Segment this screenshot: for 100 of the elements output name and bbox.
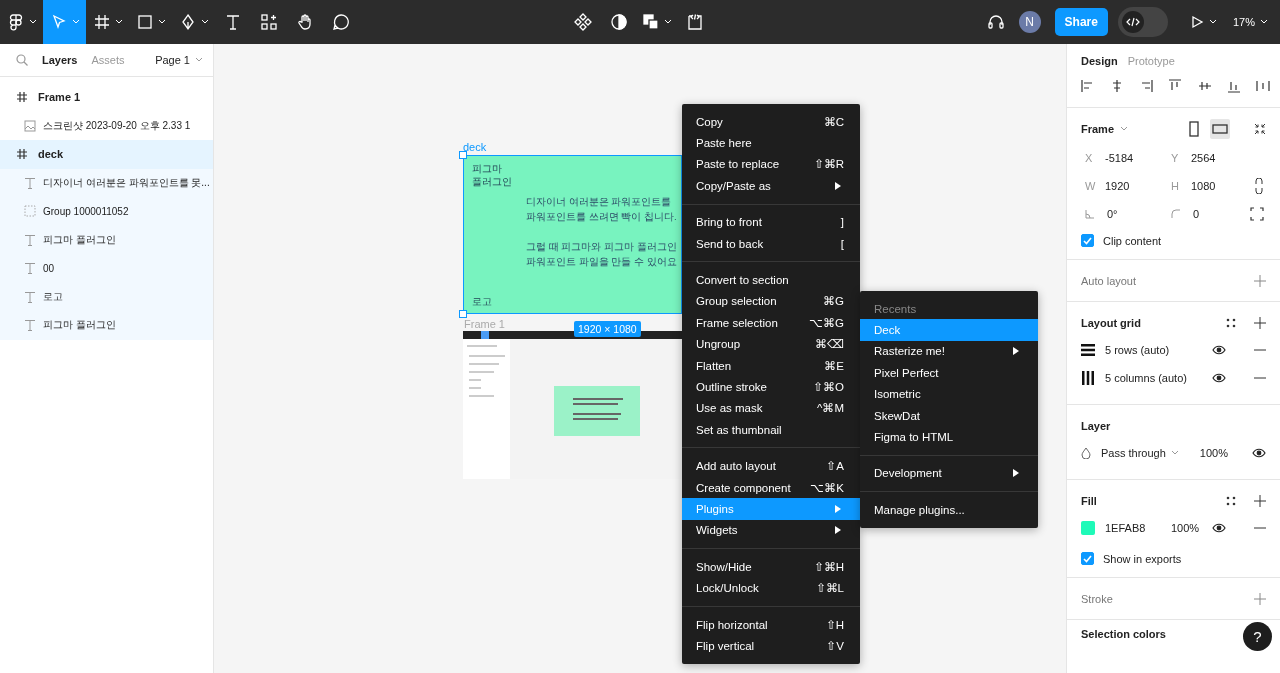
layer-row[interactable]: 스크린샷 2023-09-20 오후 2.33 1: [0, 111, 213, 140]
layer-row[interactable]: 피그마 플러그인: [0, 225, 213, 254]
layer-row[interactable]: 피그마 플러그인: [0, 311, 213, 340]
eye-icon[interactable]: [1212, 373, 1226, 383]
styles-icon[interactable]: [1226, 318, 1236, 328]
opacity-value[interactable]: 100%: [1171, 522, 1202, 534]
property-field[interactable]: 0°: [1081, 204, 1167, 224]
menu-item[interactable]: Convert to section: [682, 269, 860, 291]
grid-label[interactable]: 5 rows (auto): [1105, 344, 1202, 356]
menu-item[interactable]: Set as thumbnail: [682, 419, 860, 441]
zoom-dropdown[interactable]: 17%: [1232, 16, 1268, 28]
checkbox[interactable]: [1081, 234, 1094, 247]
text-icon: [24, 319, 36, 332]
menu-item[interactable]: Frame selection ⌥⌘G: [682, 312, 860, 334]
section-title[interactable]: Stroke: [1081, 592, 1113, 605]
menu-item[interactable]: SkewDat: [860, 404, 1038, 427]
show-in-exports-checkbox[interactable]: Show in exports: [1081, 552, 1182, 565]
menu-item[interactable]: Pixel Perfect: [860, 362, 1038, 384]
half-circle-icon: [610, 13, 628, 31]
eye-icon[interactable]: [1212, 345, 1226, 355]
menu-item[interactable]: Bring to front ]: [682, 211, 860, 233]
align-icon[interactable]: [1168, 79, 1183, 93]
layer-row[interactable]: 로고: [0, 282, 213, 311]
section-title[interactable]: Frame: [1081, 123, 1115, 135]
blend-mode-dropdown[interactable]: Pass through: [1101, 447, 1190, 459]
panel-tab[interactable]: Design: [1081, 54, 1118, 67]
menu-item[interactable]: Figma to HTML: [860, 426, 1038, 448]
styles-icon[interactable]: [1226, 496, 1236, 506]
menu-item[interactable]: Ungroup ⌘⌫: [682, 333, 860, 355]
slide-frame[interactable]: 피그마 플러그인 디자이너 여러분은 파워포인트를 파워포인트를 쓰려면 빡이 칩니다. 그럴 때 피그마와 피그마 플러그인 파워포인트 파일을 만들 수 있어요 로고: [463, 155, 682, 314]
property-field[interactable]: 0: [1167, 204, 1239, 224]
dev-mode-toggle[interactable]: [1117, 7, 1168, 37]
section-title[interactable]: Auto layout: [1081, 274, 1137, 287]
layer-row[interactable]: 디자이너 여러분은 파워포인트를 못...: [0, 168, 213, 197]
align-icon[interactable]: [1081, 79, 1095, 93]
resize-to-fit-icon[interactable]: [1254, 123, 1266, 135]
panel-tab[interactable]: Layers: [42, 54, 78, 66]
menu-item[interactable]: Show/Hide ⇧⌘H: [682, 556, 860, 578]
add-icon[interactable]: [1254, 495, 1266, 507]
checkbox[interactable]: [1081, 552, 1094, 565]
menu-item[interactable]: Paste to replace ⇧⌘R: [682, 153, 860, 176]
code-icon: [686, 13, 704, 31]
submenu-arrow-icon: [834, 180, 842, 191]
selection-handle[interactable]: [459, 310, 467, 318]
submenu-arrow-icon: [1012, 468, 1020, 479]
color-swatch[interactable]: [1081, 521, 1095, 535]
grid-label[interactable]: 5 columns (auto): [1105, 372, 1202, 384]
align-icon[interactable]: [1139, 79, 1154, 93]
layer-row[interactable]: 00: [0, 254, 213, 283]
menu-item[interactable]: Copy/Paste as: [682, 175, 860, 197]
opacity-value[interactable]: 100%: [1199, 447, 1228, 459]
menu-item[interactable]: Paste here: [682, 132, 860, 154]
eye-icon[interactable]: [1212, 523, 1226, 533]
align-icon[interactable]: [1197, 79, 1212, 93]
submenu-arrow-icon: [834, 503, 842, 514]
property-field[interactable]: H 1080: [1167, 176, 1239, 196]
menu-item[interactable]: Send to back [: [682, 232, 860, 255]
menu-item[interactable]: Flip horizontal ⇧H: [682, 613, 860, 636]
caret-icon[interactable]: [1120, 126, 1129, 132]
size-badge: 1920 × 1080: [574, 321, 641, 337]
user-avatar[interactable]: N: [1018, 11, 1041, 33]
property-field[interactable]: X -5184: [1081, 148, 1167, 168]
menu-item[interactable]: Create component ⌥⌘K: [682, 476, 860, 499]
layer-row[interactable]: Group 1000011052: [0, 197, 213, 226]
menu-item[interactable]: Widgets: [682, 519, 860, 542]
layer-row[interactable]: deck: [0, 140, 213, 169]
present-button[interactable]: [1189, 15, 1217, 29]
layer-row[interactable]: Frame 1: [0, 83, 213, 112]
page-dropdown[interactable]: Page 1: [155, 54, 203, 66]
grid-rows-icon[interactable]: [1081, 343, 1095, 357]
menu-item[interactable]: Group selection ⌘G: [682, 290, 860, 313]
screenshot-drawing[interactable]: [463, 331, 682, 479]
constrain-proportions-icon[interactable]: [1254, 178, 1264, 194]
help-button[interactable]: ?: [1243, 622, 1272, 651]
selection-handle[interactable]: [459, 151, 467, 159]
landscape-orientation-button[interactable]: [1210, 119, 1230, 139]
menu-item[interactable]: Development: [860, 462, 1038, 485]
add-icon[interactable]: [1254, 317, 1266, 329]
independent-corners-icon[interactable]: [1250, 207, 1264, 221]
menu-item[interactable]: Copy ⌘C: [682, 111, 860, 133]
menu-item[interactable]: Add auto layout ⇧A: [682, 455, 860, 477]
menu-item[interactable]: Isometric: [860, 383, 1038, 405]
headphones-icon[interactable]: [986, 13, 1005, 31]
menu-item[interactable]: Lock/Unlock ⇧⌘L: [682, 577, 860, 599]
grid-columns-icon[interactable]: [1081, 371, 1095, 385]
eye-icon[interactable]: [1252, 448, 1266, 458]
menu-item[interactable]: Use as mask ^⌘M: [682, 397, 860, 420]
search-icon[interactable]: [16, 54, 28, 66]
menu-item[interactable]: Manage plugins...: [860, 499, 1038, 521]
caret-icon: [1208, 19, 1217, 25]
align-icon[interactable]: [1226, 79, 1241, 93]
clip-content-checkbox[interactable]: Clip content: [1081, 234, 1162, 247]
menu-item[interactable]: Outline stroke ⇧⌘O: [682, 376, 860, 398]
property-field[interactable]: Y 2564: [1167, 148, 1239, 168]
menu-item[interactable]: Rasterize me!: [860, 340, 1038, 363]
menu-item[interactable]: Flip vertical ⇧V: [682, 635, 860, 657]
menu-item[interactable]: Flatten ⌘E: [682, 354, 860, 377]
align-icon[interactable]: [1255, 79, 1270, 93]
property-field[interactable]: W 1920: [1081, 176, 1167, 196]
hex-value[interactable]: 1EFAB8: [1105, 522, 1161, 534]
